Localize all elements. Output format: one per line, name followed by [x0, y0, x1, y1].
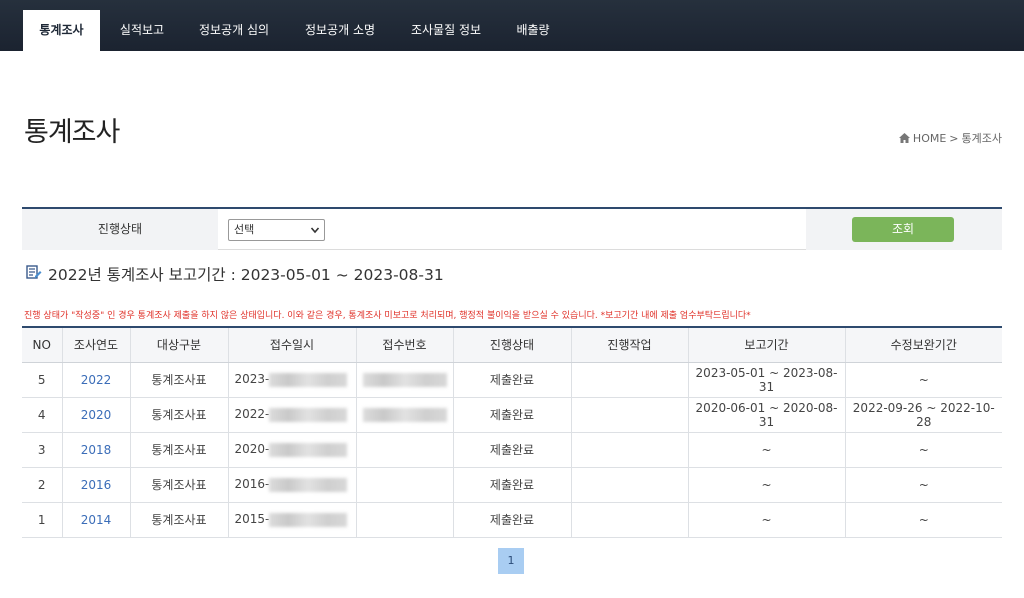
- cell-type: 통계조사표: [130, 362, 229, 398]
- date-prefix: 2022-: [234, 407, 270, 422]
- cell-no: 5: [22, 362, 63, 398]
- cell-report-period: 2020-06-01 ~ 2020-08-31: [688, 397, 846, 433]
- cell-received-date: 2016-: [228, 467, 357, 503]
- cell-action: [571, 467, 689, 503]
- redacted-block: [269, 407, 348, 422]
- status-select-value: 선택: [234, 223, 255, 236]
- cell-year-link[interactable]: 2016: [62, 467, 131, 503]
- col-header-received-date: 접수일시: [228, 326, 357, 363]
- cell-no: 1: [22, 502, 63, 538]
- date-prefix: 2020-: [234, 442, 270, 457]
- cell-year-link[interactable]: 2022: [62, 362, 131, 398]
- col-header-fix-period: 수정보완기간: [845, 326, 1002, 363]
- redacted-block: [362, 372, 447, 387]
- status-select[interactable]: 선택: [228, 219, 325, 241]
- cell-type: 통계조사표: [130, 432, 229, 468]
- redacted-block: [362, 407, 447, 422]
- cell-fix-period: ~: [845, 502, 1002, 538]
- tab-performance-report[interactable]: 실적보고: [107, 10, 177, 51]
- cell-no: 3: [22, 432, 63, 468]
- col-header-status: 진행상태: [453, 326, 572, 363]
- table-row: 2 2016 통계조사표 2016- 제출완료 ~ ~: [22, 467, 1002, 503]
- cell-year-link[interactable]: 2020: [62, 397, 131, 433]
- tab-disclosure-explanation[interactable]: 정보공개 소명: [292, 10, 388, 51]
- cell-fix-period: ~: [845, 432, 1002, 468]
- redacted-block: [269, 442, 348, 457]
- cell-receipt-no: [356, 362, 454, 398]
- cell-fix-period: ~: [845, 362, 1002, 398]
- table-row: 4 2020 통계조사표 2022- 제출완료 2020-06-01 ~ 202…: [22, 397, 1002, 433]
- table-row: 3 2018 통계조사표 2020- 제출완료 ~ ~: [22, 432, 1002, 468]
- cell-action: [571, 432, 689, 468]
- redacted-block: [269, 477, 348, 492]
- cell-status: 제출완료: [453, 397, 572, 433]
- cell-report-period: ~: [688, 467, 846, 503]
- cell-year-link[interactable]: 2014: [62, 502, 131, 538]
- table-row: 1 2014 통계조사표 2015- 제출완료 ~ ~: [22, 502, 1002, 538]
- breadcrumb-home[interactable]: HOME: [913, 132, 946, 145]
- cell-fix-period: 2022-09-26 ~ 2022-10-28: [845, 397, 1002, 433]
- cell-action: [571, 362, 689, 398]
- breadcrumb-current: 통계조사: [961, 132, 1002, 145]
- cell-action: [571, 502, 689, 538]
- redacted-block: [269, 512, 348, 527]
- cell-received-date: 2023-: [228, 362, 357, 398]
- redacted-block: [269, 372, 348, 387]
- cell-received-date: 2020-: [228, 432, 357, 468]
- search-button[interactable]: 조회: [852, 217, 954, 242]
- date-prefix: 2016-: [234, 477, 270, 492]
- cell-type: 통계조사표: [130, 467, 229, 503]
- notice-text: 진행 상태가 "작성중" 인 경우 통계조사 제출을 하지 않은 상태입니다. …: [24, 311, 751, 321]
- tab-emissions[interactable]: 배출량: [504, 10, 562, 51]
- survey-table: NO 조사연도 대상구분 접수일시 접수번호 진행상태 진행작업 보고기간 수정…: [22, 326, 1002, 538]
- document-edit-icon: [26, 264, 42, 284]
- table-row: 5 2022 통계조사표 2023- 제출완료 2023-05-01 ~ 202…: [22, 362, 1002, 398]
- col-header-action: 진행작업: [571, 326, 689, 363]
- breadcrumb: HOME > 통계조사: [898, 130, 1002, 146]
- pagination-page-current[interactable]: 1: [498, 548, 524, 574]
- cell-status: 제출완료: [453, 362, 572, 398]
- cell-status: 제출완료: [453, 432, 572, 468]
- cell-report-period: ~: [688, 502, 846, 538]
- cell-report-period: 2023-05-01 ~ 2023-08-31: [688, 362, 846, 398]
- cell-action: [571, 397, 689, 433]
- cell-type: 통계조사표: [130, 397, 229, 433]
- breadcrumb-separator: >: [949, 131, 959, 145]
- cell-fix-period: ~: [845, 467, 1002, 503]
- top-nav: 통계조사 실적보고 정보공개 심의 정보공개 소명 조사물질 정보 배출량: [0, 0, 1024, 51]
- col-header-no: NO: [22, 326, 63, 363]
- cell-year-link[interactable]: 2018: [62, 432, 131, 468]
- reporting-period-heading: 2022년 통계조사 보고기간 : 2023-05-01 ~ 2023-08-3…: [26, 263, 444, 285]
- search-bar: 진행상태 선택 조회: [22, 207, 1002, 250]
- tab-disclosure-review[interactable]: 정보공개 심의: [186, 10, 282, 51]
- tab-statistics-survey[interactable]: 통계조사: [23, 10, 100, 51]
- col-header-receipt-no: 접수번호: [356, 326, 454, 363]
- table-header-row: NO 조사연도 대상구분 접수일시 접수번호 진행상태 진행작업 보고기간 수정…: [22, 326, 1002, 363]
- cell-status: 제출완료: [453, 467, 572, 503]
- cell-status: 제출완료: [453, 502, 572, 538]
- home-icon[interactable]: [898, 133, 910, 143]
- reporting-period-text: 2022년 통계조사 보고기간 : 2023-05-01 ~ 2023-08-3…: [48, 266, 444, 284]
- date-prefix: 2023-: [234, 372, 270, 387]
- cell-received-date: 2022-: [228, 397, 357, 433]
- page-title: 통계조사: [24, 117, 120, 148]
- cell-received-date: 2015-: [228, 502, 357, 538]
- col-header-report-period: 보고기간: [688, 326, 846, 363]
- cell-report-period: ~: [688, 432, 846, 468]
- cell-receipt-no: [356, 502, 454, 538]
- cell-receipt-no: [356, 467, 454, 503]
- col-header-year: 조사연도: [62, 326, 131, 363]
- cell-receipt-no: [356, 397, 454, 433]
- status-filter-label: 진행상태: [22, 209, 218, 250]
- cell-receipt-no: [356, 432, 454, 468]
- cell-no: 2: [22, 467, 63, 503]
- cell-no: 4: [22, 397, 63, 433]
- date-prefix: 2015-: [234, 512, 270, 527]
- cell-type: 통계조사표: [130, 502, 229, 538]
- tab-substance-info[interactable]: 조사물질 정보: [398, 10, 494, 51]
- col-header-type: 대상구분: [130, 326, 229, 363]
- chevron-down-icon: [310, 223, 320, 244]
